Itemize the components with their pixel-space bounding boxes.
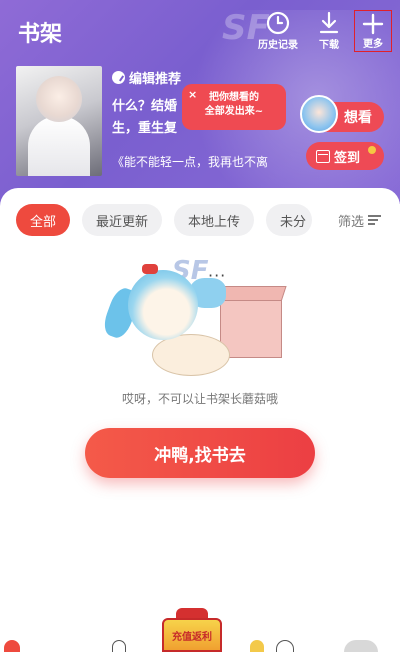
nav-profile-icon[interactable] (344, 640, 378, 652)
empty-message: 哎呀，不可以让书架长蘑菇哦 (121, 392, 278, 406)
bubble-text-line2: 全部发出来~ (204, 106, 264, 117)
download-icon (316, 10, 342, 36)
download-label: 下载 (319, 40, 339, 51)
close-icon[interactable]: × (188, 88, 197, 101)
nav-community-icon[interactable] (276, 640, 294, 652)
more-label: 更多 (363, 39, 383, 50)
nav-center-icon[interactable] (250, 640, 264, 652)
featured-book-quote[interactable]: 《能不能轻一点，我再也不离 (112, 153, 268, 170)
nav-discover-icon[interactable] (112, 640, 126, 652)
find-books-label: 冲鸭,找书去 (154, 445, 246, 466)
filter-button[interactable]: 筛选 (330, 204, 400, 236)
mascot-bow (142, 264, 158, 274)
chip-uncategorized[interactable]: 未分 (266, 204, 313, 236)
cardboard-box (220, 300, 282, 358)
cover-figure-body (28, 116, 90, 176)
featured-book-title-line2[interactable]: 生，重生复 (112, 117, 177, 136)
bubble-text-line1: 把你想看的 (209, 92, 259, 103)
more-button[interactable]: 更多 (354, 10, 392, 52)
calendar-icon (316, 149, 330, 163)
page-title: 书架 (18, 22, 63, 47)
filter-icon (368, 215, 382, 225)
featured-book-cover[interactable] (16, 66, 102, 176)
chip-recent-update[interactable]: 最近更新 (82, 204, 163, 236)
empty-shelf-illustration: SF ··· (100, 248, 300, 388)
checkin-label: 签到 (334, 150, 361, 166)
filter-label: 筛选 (338, 214, 365, 230)
editor-recommend-tag: 编辑推荐 (112, 68, 181, 87)
filter-chips: 全部 最近更新 本地上传 未分 (16, 204, 313, 236)
plus-icon (362, 13, 384, 35)
mascot-body (152, 334, 230, 376)
chip-all[interactable]: 全部 (16, 204, 71, 236)
nav-bookshelf-icon[interactable] (4, 640, 20, 652)
clock-icon (265, 10, 291, 36)
chip-local-upload[interactable]: 本地上传 (174, 204, 255, 236)
featured-book-title-line1[interactable]: 什么？结婚 (112, 95, 177, 114)
mascot-avatar (300, 95, 338, 133)
cover-figure-head (36, 76, 82, 122)
recharge-promo-label: 充值返利 (172, 632, 212, 643)
want-to-read-label: 想看 (344, 110, 372, 126)
editor-recommend-label: 编辑推荐 (129, 72, 182, 87)
history-label: 历史记录 (258, 40, 298, 51)
history-button[interactable]: 历史记录 (258, 10, 298, 51)
tooltip-bubble: 把你想看的 全部发出来~ (182, 84, 286, 130)
download-button[interactable]: 下载 (316, 10, 342, 51)
mascot-head (128, 270, 198, 340)
check-icon (112, 71, 125, 84)
find-books-button[interactable]: 冲鸭,找书去 (85, 428, 315, 478)
recharge-promo-badge[interactable]: 充值返利 (162, 618, 222, 652)
notification-dot (368, 146, 376, 154)
